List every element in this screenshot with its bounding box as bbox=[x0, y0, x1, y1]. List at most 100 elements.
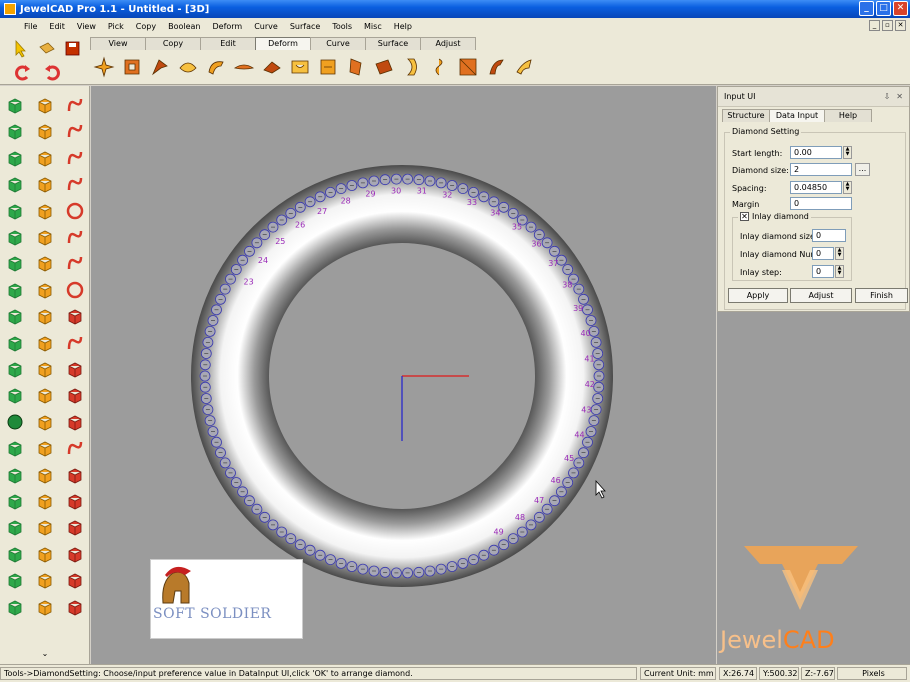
warp-icon[interactable] bbox=[344, 55, 368, 79]
inlay-step-field[interactable]: 0 bbox=[812, 265, 834, 278]
cube-check-icon[interactable] bbox=[4, 252, 26, 274]
pin-icon[interactable]: ⇩ bbox=[884, 92, 891, 101]
inlay-num-spinner[interactable]: ▲ ▼ bbox=[835, 247, 844, 260]
scale-icon[interactable] bbox=[120, 55, 144, 79]
curve-s-icon[interactable] bbox=[64, 94, 86, 116]
twist-curve-icon[interactable] bbox=[64, 384, 86, 406]
path-icon[interactable] bbox=[64, 411, 86, 433]
close-button[interactable]: ✕ bbox=[893, 1, 908, 16]
pointer-tool-icon[interactable] bbox=[34, 305, 56, 327]
cube-red-icon[interactable] bbox=[64, 516, 86, 538]
bulge-icon[interactable] bbox=[400, 55, 424, 79]
margin-field[interactable]: 0 bbox=[790, 197, 852, 210]
curve-hook-icon[interactable] bbox=[64, 226, 86, 248]
ribbon-icon[interactable] bbox=[64, 358, 86, 380]
more-tools-icon[interactable]: ⌄ bbox=[34, 646, 56, 660]
apply-button[interactable]: Apply bbox=[728, 288, 788, 303]
finish-button[interactable]: Finish bbox=[855, 288, 908, 303]
cube-face-icon[interactable] bbox=[4, 200, 26, 222]
link-icon[interactable] bbox=[34, 120, 56, 142]
curve-c-icon[interactable] bbox=[64, 120, 86, 142]
flatten-tool-icon[interactable] bbox=[34, 596, 56, 618]
adjust-button[interactable]: Adjust bbox=[790, 288, 852, 303]
redo-tool-icon[interactable] bbox=[34, 358, 56, 380]
project-icon[interactable] bbox=[288, 55, 312, 79]
cube-wire-icon[interactable] bbox=[4, 490, 26, 512]
menu-edit[interactable]: Edit bbox=[43, 22, 71, 31]
menu-boolean[interactable]: Boolean bbox=[162, 22, 206, 31]
circle-icon[interactable] bbox=[64, 279, 86, 301]
square-copy-icon[interactable] bbox=[64, 569, 86, 591]
menu-help[interactable]: Help bbox=[388, 22, 418, 31]
taper-tool-icon[interactable] bbox=[34, 516, 56, 538]
arrow-curve-icon[interactable] bbox=[64, 490, 86, 512]
move-tool-icon[interactable] bbox=[34, 384, 56, 406]
sweep-icon[interactable] bbox=[34, 252, 56, 274]
bend-tool-icon[interactable] bbox=[34, 490, 56, 512]
tab-edit[interactable]: Edit bbox=[200, 37, 256, 50]
inlay-checkbox-row[interactable]: ✕ Inlay diamond bbox=[738, 212, 811, 221]
move-icon[interactable] bbox=[92, 55, 116, 79]
minimize-button[interactable]: _ bbox=[859, 1, 874, 16]
lathe-icon[interactable] bbox=[34, 200, 56, 222]
undo-icon[interactable] bbox=[45, 65, 60, 81]
color-cube-icon[interactable] bbox=[4, 516, 26, 538]
tab-deform[interactable]: Deform bbox=[255, 37, 311, 50]
box-icon[interactable] bbox=[4, 120, 26, 142]
save-icon[interactable] bbox=[65, 41, 80, 56]
mdi-restore-button[interactable]: ▫ bbox=[882, 20, 893, 31]
mdi-minimize-button[interactable]: _ bbox=[869, 20, 880, 31]
arc-icon[interactable] bbox=[64, 305, 86, 327]
prism-icon[interactable] bbox=[34, 94, 56, 116]
shear-icon[interactable] bbox=[260, 55, 284, 79]
mirror-icon[interactable] bbox=[456, 55, 480, 79]
tab-help[interactable]: Help bbox=[824, 109, 872, 122]
pipe-icon[interactable] bbox=[34, 147, 56, 169]
square-link-icon[interactable] bbox=[64, 543, 86, 565]
star-icon[interactable] bbox=[4, 384, 26, 406]
curve-spiral-icon[interactable] bbox=[64, 173, 86, 195]
inlay-checkbox[interactable]: ✕ bbox=[740, 212, 749, 221]
twist-tool-icon[interactable] bbox=[34, 464, 56, 486]
grid-cube-icon[interactable] bbox=[4, 279, 26, 301]
gear-icon[interactable] bbox=[34, 279, 56, 301]
menu-deform[interactable]: Deform bbox=[206, 22, 248, 31]
extrude-icon[interactable] bbox=[34, 173, 56, 195]
tab-copy[interactable]: Copy bbox=[145, 37, 201, 50]
inlay-step-spinner[interactable]: ▲ ▼ bbox=[835, 265, 844, 278]
tab-view[interactable]: View bbox=[90, 37, 146, 50]
loft-icon[interactable] bbox=[34, 226, 56, 248]
flatten-icon[interactable] bbox=[316, 55, 340, 79]
square-green-icon[interactable] bbox=[4, 596, 26, 618]
gem-top-icon[interactable] bbox=[4, 358, 26, 380]
rotate-tool-icon[interactable] bbox=[34, 437, 56, 459]
tab-structure[interactable]: Structure bbox=[722, 109, 770, 122]
menu-copy[interactable]: Copy bbox=[130, 22, 162, 31]
shear-tool-icon[interactable] bbox=[34, 543, 56, 565]
spacing-field[interactable]: 0.04850 bbox=[790, 181, 842, 194]
tab-data-input[interactable]: Data Input bbox=[769, 109, 825, 122]
curve-deform-icon[interactable] bbox=[484, 55, 508, 79]
pointer-icon[interactable] bbox=[15, 39, 26, 58]
curve-hat-icon[interactable] bbox=[64, 147, 86, 169]
spiral-icon[interactable] bbox=[428, 55, 452, 79]
eraser-icon[interactable] bbox=[39, 42, 55, 54]
start-length-spinner[interactable]: ▲ ▼ bbox=[843, 146, 852, 159]
redo-icon[interactable] bbox=[15, 65, 30, 81]
menu-view[interactable]: View bbox=[71, 22, 102, 31]
menu-surface[interactable]: Surface bbox=[284, 22, 326, 31]
menu-pick[interactable]: Pick bbox=[102, 22, 130, 31]
cone-icon[interactable] bbox=[4, 305, 26, 327]
menu-misc[interactable]: Misc bbox=[358, 22, 388, 31]
panel-close-icon[interactable]: ✕ bbox=[896, 92, 903, 101]
inlay-num-field[interactable]: 0 bbox=[812, 247, 834, 260]
menu-tools[interactable]: Tools bbox=[326, 22, 358, 31]
diamond-browse-button[interactable]: ... bbox=[855, 163, 870, 176]
tab-surface[interactable]: Surface bbox=[365, 37, 421, 50]
curve-flower-icon[interactable] bbox=[64, 252, 86, 274]
maximize-button[interactable]: □ bbox=[876, 1, 891, 16]
stretch-icon[interactable] bbox=[372, 55, 396, 79]
project-tool-icon[interactable] bbox=[34, 569, 56, 591]
cube-icon[interactable] bbox=[4, 94, 26, 116]
menu-curve[interactable]: Curve bbox=[248, 22, 284, 31]
